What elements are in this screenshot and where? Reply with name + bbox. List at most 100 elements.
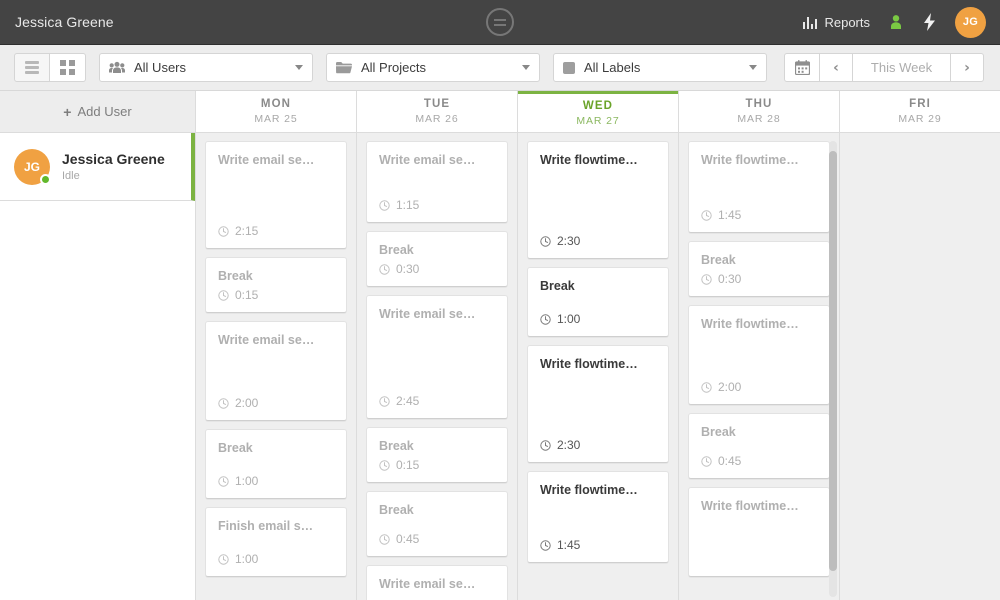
card-duration-value: 0:15 [396,458,420,472]
time-entry-card[interactable]: Write flowtime… 2:30 [527,345,669,463]
board: + Add User JG Jessica Greene Idle MON MAR 2… [0,91,1000,600]
card-duration: 0:30 [701,272,817,286]
card-duration-value: 1:00 [557,312,581,326]
user-list: JG Jessica Greene Idle [0,133,195,201]
card-duration: 1:45 [540,538,656,552]
card-duration: 2:15 [218,224,334,238]
clock-icon [379,533,390,545]
grid-view-icon [60,60,75,75]
time-entry-card[interactable]: Break 0:15 [205,257,347,313]
user-status: Idle [62,170,80,182]
day-column-header[interactable]: FRI MAR 29 [840,91,1000,133]
card-duration-value: 0:30 [396,262,420,276]
card-duration-value: 1:45 [718,208,742,222]
card-duration: 2:45 [379,394,495,408]
day-of-week: WED [582,99,614,112]
time-entry-card[interactable]: Write email se… 2:45 [366,295,508,419]
filter-toolbar: All Users All Projects All Labels ‹ This… [0,45,1000,91]
day-column-header[interactable]: MON MAR 25 [196,91,356,133]
calendar-icon [794,60,810,76]
scrollbar-thumb[interactable] [829,151,837,571]
calendar-picker-button[interactable] [784,53,820,82]
list-view-button[interactable] [14,53,50,82]
user-list-item[interactable]: JG Jessica Greene Idle [0,133,195,201]
card-duration-value: 2:30 [557,438,581,452]
hamburger-circle-logo-icon[interactable] [486,8,514,36]
time-entry-card[interactable]: Write email se… 2:00 [205,321,347,421]
add-user-button[interactable]: + Add User [0,91,195,133]
card-title: Break [379,243,414,257]
users-icon [109,61,125,74]
clock-icon [379,459,390,471]
card-duration: 1:00 [540,312,656,326]
day-column-fri: FRI MAR 29 [840,91,1000,600]
card-duration-value: 1:15 [396,198,420,212]
time-entry-card[interactable]: Finish email s… 1:00 [205,507,347,577]
day-of-week: TUE [423,98,451,110]
grid-view-button[interactable] [50,53,86,82]
card-title: Write email se… [218,153,315,167]
reports-button[interactable]: Reports [802,14,870,30]
card-duration: 0:15 [379,458,495,472]
clock-icon [701,209,712,221]
time-entry-card[interactable]: Write email se… [366,565,508,600]
labels-filter-label: All Labels [584,60,641,75]
time-entry-card[interactable]: Write flowtime… 2:30 [527,141,669,259]
time-entry-card[interactable]: Break 0:45 [366,491,508,557]
day-date: MAR 26 [415,113,459,125]
bar-chart-icon [802,16,818,29]
time-entry-card[interactable]: Break 0:30 [366,231,508,287]
card-list: Write flowtime… 1:45 Break 0:30 Write flowti… [688,141,830,577]
card-duration-value: 0:15 [235,288,259,302]
current-range-label[interactable]: This Week [853,53,951,82]
time-entry-card[interactable]: Write flowtime… 1:45 [688,141,830,233]
next-week-button[interactable]: › [951,53,984,82]
time-entry-card[interactable]: Break 0:15 [366,427,508,483]
card-title: Write flowtime… [540,153,638,167]
card-list: Write email se… 2:15 Break 0:15 Write email … [205,141,347,577]
card-duration-value: 1:00 [235,474,259,488]
time-entry-card[interactable]: Write email se… 1:15 [366,141,508,223]
time-entry-card[interactable]: Break 1:00 [205,429,347,499]
time-entry-card[interactable]: Write flowtime… 1:45 [527,471,669,563]
plus-icon: + [63,103,72,120]
user-meta: Jessica Greene Idle [62,151,165,182]
clock-icon [540,313,551,325]
day-column-header[interactable]: WED MAR 27 [518,91,678,133]
card-duration: 1:45 [701,208,817,222]
time-entry-card[interactable]: Break 1:00 [527,267,669,337]
column-scrollbar[interactable] [829,141,837,597]
card-duration-value: 0:30 [718,272,742,286]
card-list: Write email se… 1:15 Break 0:30 Write email … [366,141,508,600]
day-column-header[interactable]: THU MAR 28 [679,91,839,133]
top-bar-actions: Reports JG [802,6,986,38]
chevron-down-icon [749,65,757,70]
clock-icon [701,273,712,285]
reports-label: Reports [824,14,870,30]
time-entry-card[interactable]: Break 0:45 [688,413,830,479]
time-entry-card[interactable]: Break 0:30 [688,241,830,297]
list-view-icon [25,61,39,74]
previous-week-button[interactable]: ‹ [820,53,853,82]
card-duration: 1:00 [218,474,334,488]
day-column-header[interactable]: TUE MAR 26 [357,91,517,133]
time-entry-card[interactable]: Write flowtime… [688,487,830,577]
time-entry-card[interactable]: Write email se… 2:15 [205,141,347,249]
users-filter-label: All Users [134,60,187,75]
clock-icon [218,553,229,565]
clock-icon [701,455,712,467]
time-entry-card[interactable]: Write flowtime… 2:00 [688,305,830,405]
person-icon[interactable] [888,14,904,30]
users-sidebar: + Add User JG Jessica Greene Idle [0,91,196,600]
users-filter-dropdown[interactable]: All Users [99,53,313,82]
user-avatar[interactable]: JG [955,6,986,38]
card-title: Break [701,425,736,439]
projects-filter-dropdown[interactable]: All Projects [326,53,540,82]
card-title: Write flowtime… [540,357,638,371]
labels-filter-dropdown[interactable]: All Labels [553,53,767,82]
day-column-body: Write email se… 1:15 Break 0:30 Write email … [357,133,517,600]
card-duration: 2:00 [218,396,334,410]
lightning-bolt-icon[interactable] [922,13,937,31]
card-duration: 0:30 [379,262,495,276]
label-square-icon [563,61,575,74]
